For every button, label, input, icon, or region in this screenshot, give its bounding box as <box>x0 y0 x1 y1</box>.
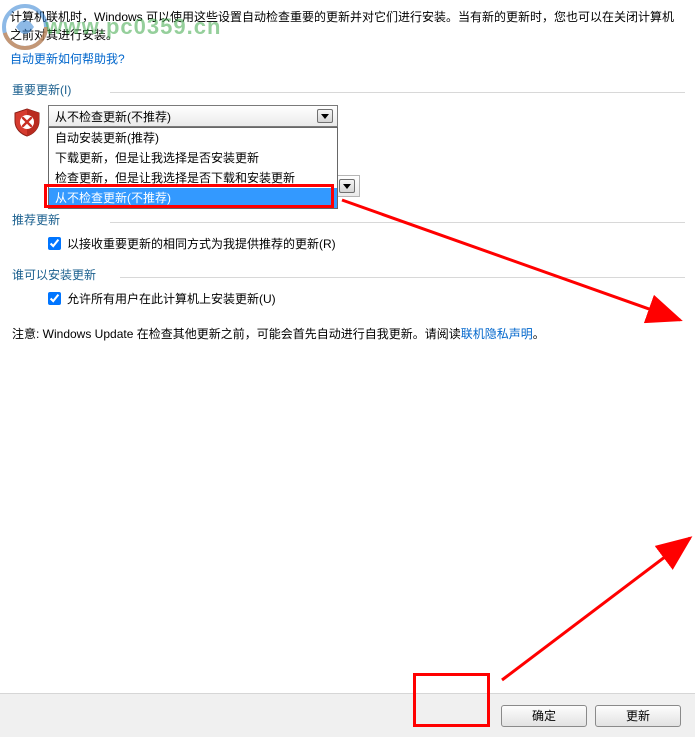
dialog-button-bar: 确定 更新 <box>0 693 695 737</box>
note-suffix: 。 <box>533 327 545 341</box>
cancel-button[interactable]: 更新 <box>595 705 681 727</box>
important-updates-group: 重要更新(I) 从不检查更新(不推荐) 自动安装更新(推荐) 下载更新，但是让 <box>10 81 685 197</box>
ok-button[interactable]: 确定 <box>501 705 587 727</box>
annotation-arrow-2 <box>480 530 695 700</box>
note-prefix: 注意: Windows Update 在检查其他更新之前，可能会首先自动进行自我… <box>12 327 461 341</box>
who-can-install-group: 谁可以安装更新 允许所有用户在此计算机上安装更新(U) <box>10 266 685 307</box>
who-checkbox-label: 允许所有用户在此计算机上安装更新(U) <box>67 290 276 307</box>
privacy-link[interactable]: 联机隐私声明 <box>461 327 533 341</box>
who-checkbox-row[interactable]: 允许所有用户在此计算机上安装更新(U) <box>48 290 685 307</box>
who-legend: 谁可以安装更新 <box>10 266 98 283</box>
recommended-checkbox[interactable] <box>48 237 61 250</box>
dropdown-option[interactable]: 检查更新，但是让我选择是否下载和安装更新 <box>49 168 337 188</box>
dropdown-option[interactable]: 自动安装更新(推荐) <box>49 128 337 148</box>
who-checkbox[interactable] <box>48 292 61 305</box>
dropdown-selected-text: 从不检查更新(不推荐) <box>55 108 171 125</box>
help-link[interactable]: 自动更新如何帮助我? <box>10 52 125 66</box>
divider <box>120 277 685 278</box>
recommended-legend: 推荐更新 <box>10 211 62 228</box>
recommended-updates-group: 推荐更新 以接收重要更新的相同方式为我提供推荐的更新(R) <box>10 211 685 252</box>
dropdown-button-icon <box>317 109 333 123</box>
dropdown-option[interactable]: 下载更新，但是让我选择是否安装更新 <box>49 148 337 168</box>
privacy-note: 注意: Windows Update 在检查其他更新之前，可能会首先自动进行自我… <box>10 325 685 342</box>
dropdown-option-selected[interactable]: 从不检查更新(不推荐) <box>49 188 337 208</box>
divider <box>110 92 685 93</box>
important-updates-dropdown[interactable]: 从不检查更新(不推荐) <box>48 105 338 127</box>
dropdown-button-icon <box>339 179 355 193</box>
recommended-checkbox-row[interactable]: 以接收重要更新的相同方式为我提供推荐的更新(R) <box>48 235 685 252</box>
intro-text: 计算机联机时，Windows 可以使用这些设置自动检查重要的更新并对它们进行安装… <box>10 8 685 44</box>
recommended-checkbox-label: 以接收重要更新的相同方式为我提供推荐的更新(R) <box>67 235 336 252</box>
shield-warning-icon <box>12 107 42 137</box>
divider <box>110 222 685 223</box>
dropdown-list: 自动安装更新(推荐) 下载更新，但是让我选择是否安装更新 检查更新，但是让我选择… <box>48 127 338 209</box>
important-legend: 重要更新(I) <box>10 81 73 98</box>
